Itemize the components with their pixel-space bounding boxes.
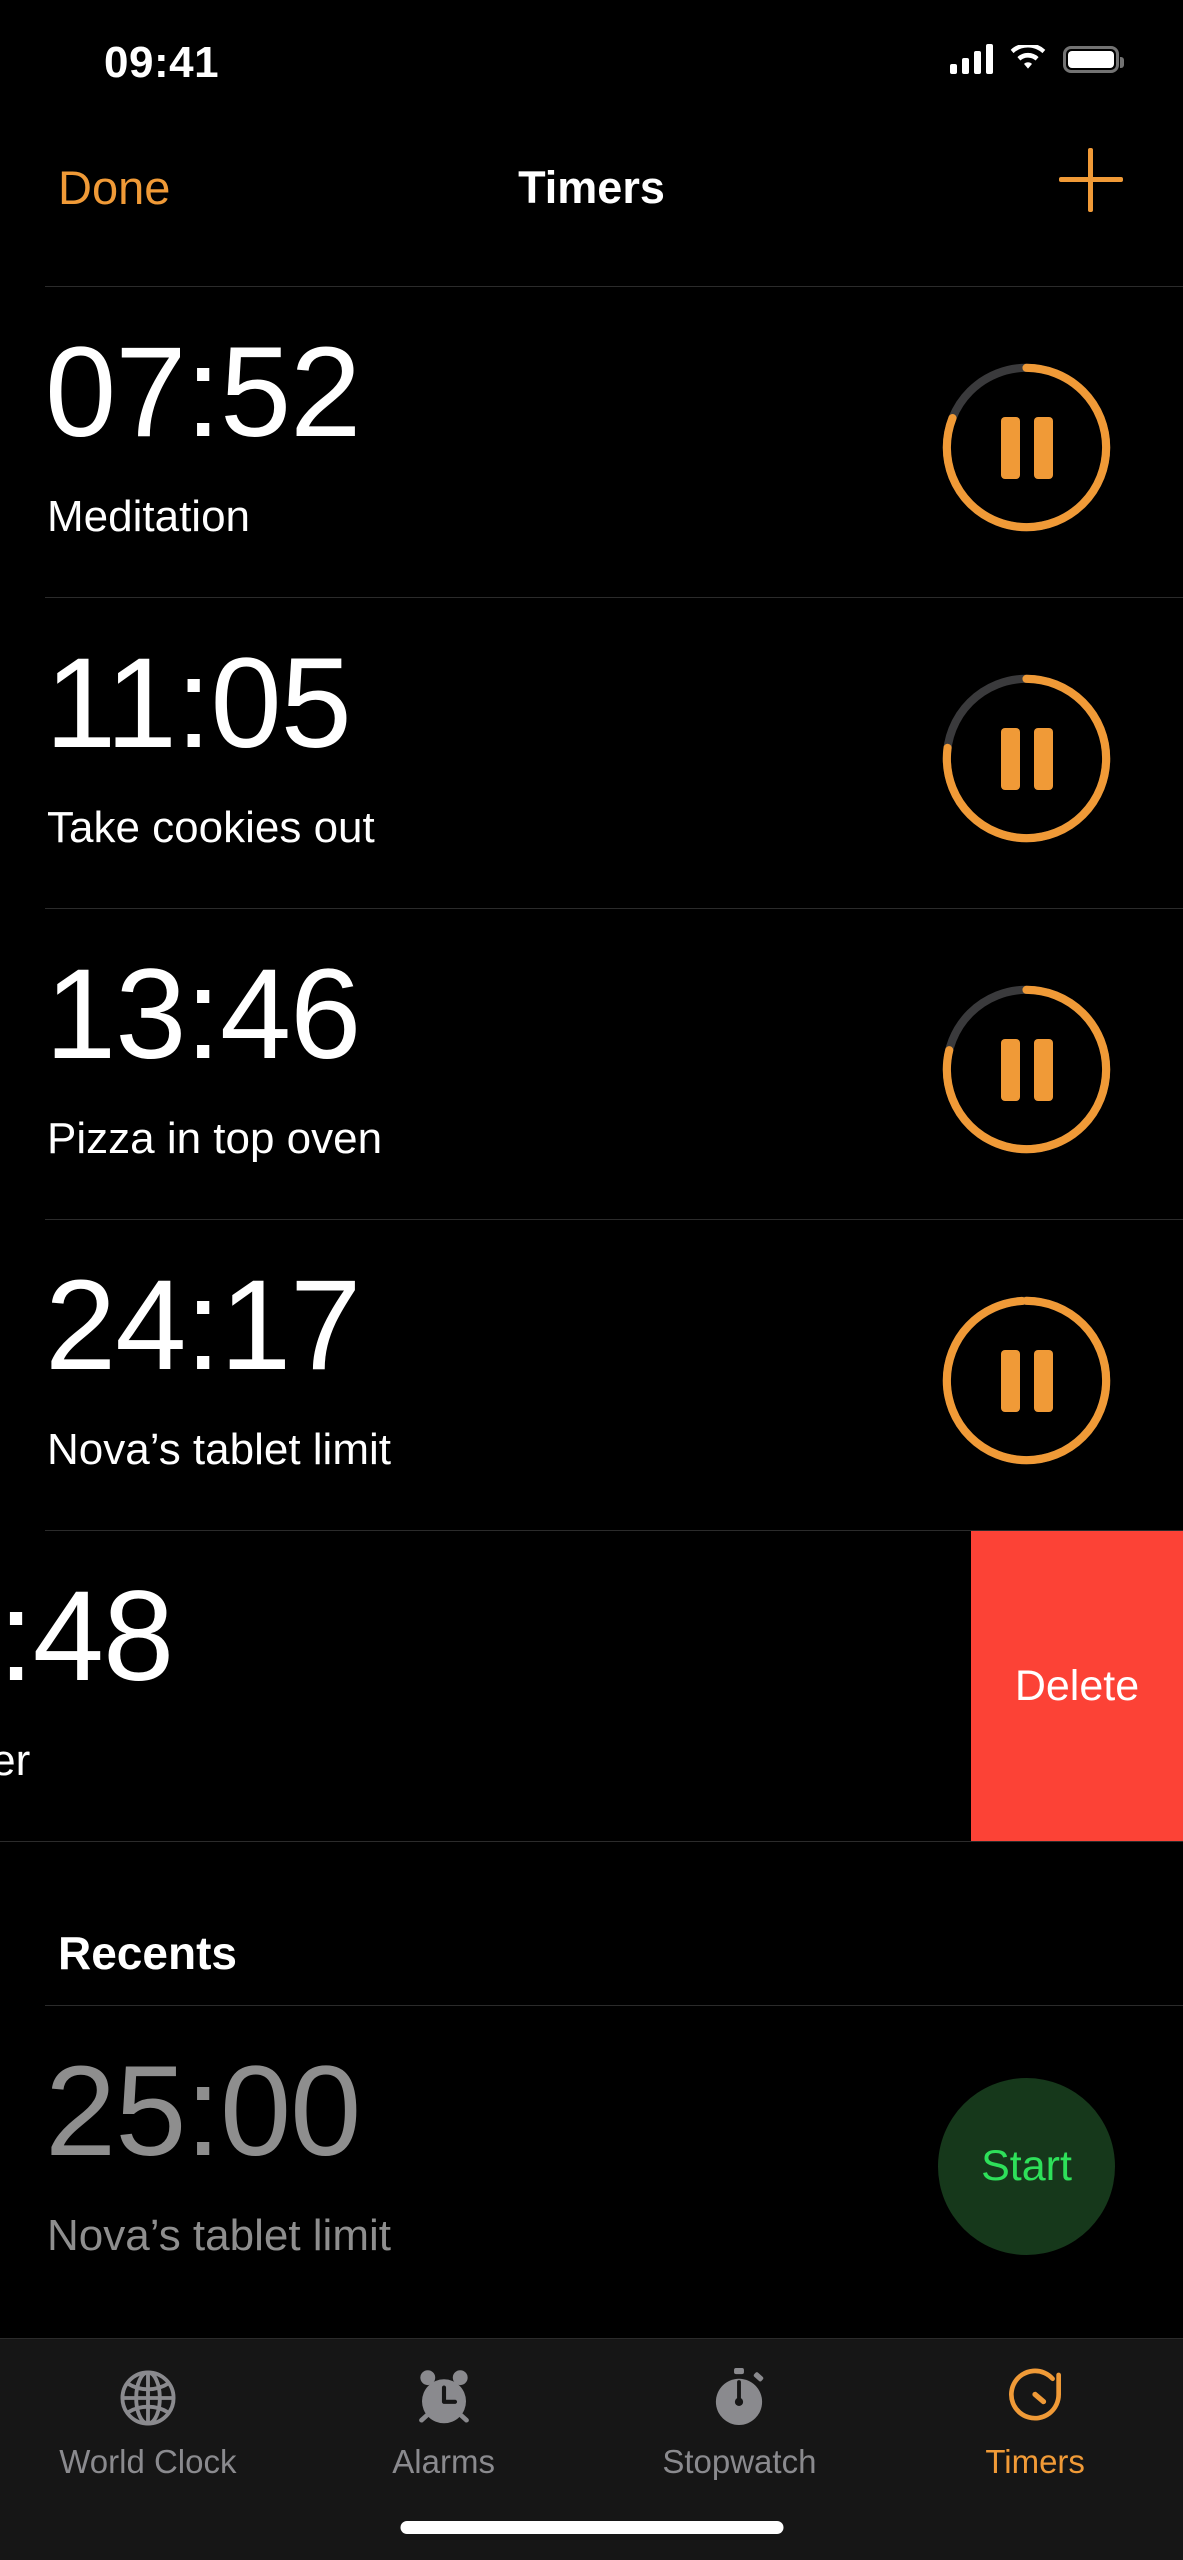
- timer-label: Take cookies out: [47, 803, 375, 852]
- recent-timer-label: Nova’s tablet limit: [47, 2211, 391, 2260]
- timer-row-swiped[interactable]: 5:48 dryer Delete: [0, 1531, 1183, 1842]
- timer-row[interactable]: 13:46 Pizza in top oven: [0, 909, 1183, 1220]
- stopwatch-icon: [716, 2368, 764, 2425]
- status-bar: 09:41: [0, 0, 1183, 112]
- timer-row[interactable]: 11:05 Take cookies out: [0, 598, 1183, 909]
- pause-icon: [1000, 1038, 1053, 1101]
- pause-timer-button[interactable]: [938, 1292, 1115, 1469]
- navigation-bar: Done Timers: [0, 112, 1183, 287]
- battery-full-icon: [1063, 45, 1124, 73]
- tab-bar: World Clock Alarms Stopwatch Timers: [0, 2338, 1183, 2560]
- timer-label: Nova’s tablet limit: [47, 1425, 391, 1474]
- tab-label: World Clock: [59, 2443, 237, 2480]
- recent-timer-row[interactable]: 25:00 Nova’s tablet limit Start: [0, 2006, 1183, 2317]
- tab-timers[interactable]: Timers: [887, 2339, 1183, 2560]
- page-title: Timers: [518, 162, 665, 213]
- timer-remaining-time: 11:05: [45, 632, 352, 775]
- pause-icon: [1000, 727, 1053, 790]
- delete-button[interactable]: Delete: [971, 1531, 1183, 1842]
- pause-icon: [1000, 416, 1053, 479]
- timer-row[interactable]: 24:17 Nova’s tablet limit: [0, 1220, 1183, 1531]
- timer-label: Pizza in top oven: [47, 1114, 383, 1163]
- tab-label: Stopwatch: [662, 2443, 817, 2480]
- globe-icon: [120, 2370, 176, 2426]
- recents-header: Recents: [0, 1906, 1183, 2006]
- timer-label: Meditation: [47, 492, 251, 541]
- pause-icon: [1000, 1349, 1053, 1412]
- home-indicator[interactable]: [400, 2521, 783, 2534]
- timer-remaining-time: 24:17: [45, 1254, 361, 1397]
- pause-timer-button[interactable]: [938, 670, 1115, 847]
- timer-label: dryer: [0, 1736, 31, 1785]
- pause-timer-button[interactable]: [938, 359, 1115, 536]
- start-timer-button[interactable]: Start: [938, 2078, 1115, 2255]
- wifi-icon: [1010, 45, 1046, 69]
- tab-label: Timers: [985, 2443, 1085, 2480]
- recent-timer-duration: 25:00: [45, 2040, 361, 2183]
- recents-title: Recents: [58, 1927, 237, 1979]
- timer-icon: [1009, 2368, 1062, 2421]
- tab-label: Alarms: [392, 2443, 495, 2480]
- timer-remaining-time: 5:48: [0, 1565, 174, 1708]
- status-bar-indicators: [950, 44, 1124, 74]
- tab-world-clock[interactable]: World Clock: [0, 2339, 296, 2560]
- pause-timer-button[interactable]: [938, 981, 1115, 1158]
- timer-row[interactable]: 07:52 Meditation: [0, 287, 1183, 598]
- status-bar-clock: 09:41: [104, 38, 220, 87]
- alarm-clock-icon: [418, 2370, 469, 2424]
- timer-remaining-time: 13:46: [45, 943, 361, 1086]
- timer-list: 07:52 Meditation 11:05 Take cookies out: [0, 287, 1183, 2317]
- timer-remaining-time: 07:52: [45, 321, 361, 464]
- add-timer-button[interactable]: [1059, 148, 1123, 212]
- section-gap: [0, 1842, 1183, 1906]
- cellular-signal-icon: [950, 44, 993, 74]
- clock-app-timers-screen: 09:41 Done Timers 07:52 Meditation 11:05…: [0, 0, 1183, 2560]
- divider: [0, 1841, 1183, 1842]
